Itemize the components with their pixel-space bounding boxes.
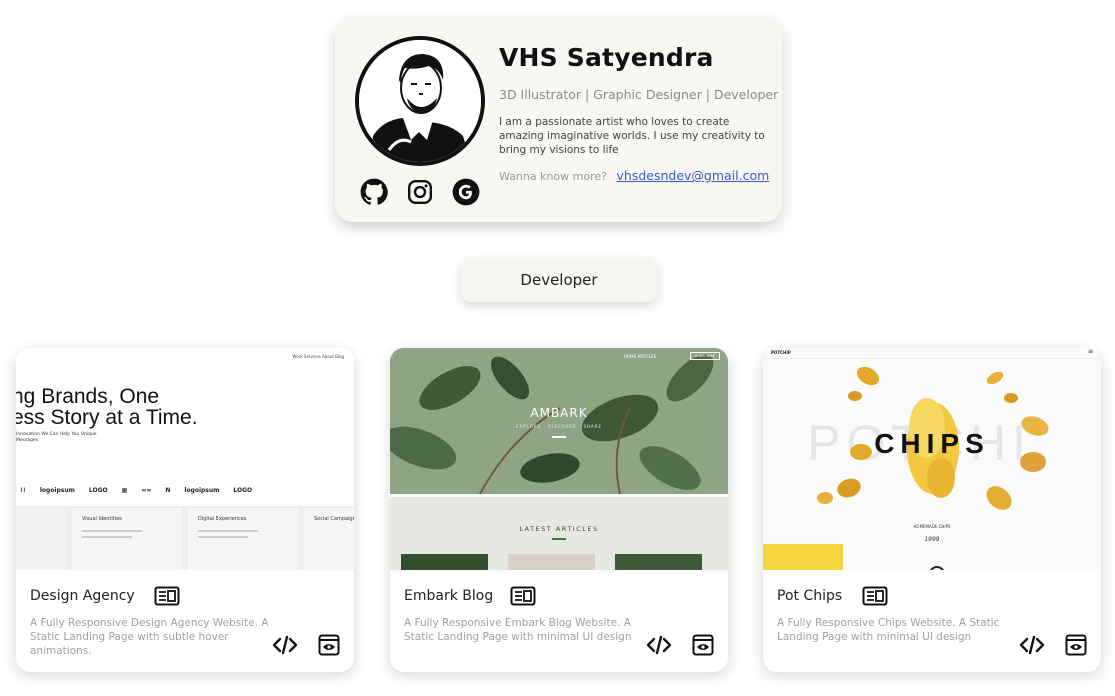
card-title: Design Agency — [30, 588, 135, 604]
thumb-article — [508, 554, 595, 570]
instagram-icon[interactable] — [405, 177, 434, 206]
profile-name: VHS Satyendra — [499, 43, 714, 72]
article-icon — [510, 586, 536, 606]
thumb-panel: Social Campaigns — [304, 508, 354, 570]
thumb-headline: ng Brands, One ess Story at a Time. — [16, 385, 198, 429]
article-icon — [862, 586, 888, 606]
contact-line: Wanna know more? vhsdesndev@gmail.com — [499, 168, 769, 183]
thumb-nav-button: SUBSCRIBE — [690, 352, 720, 360]
thumb-hero: AMBARK EXPLORE · DISCOVER · SHARE HOME A… — [390, 348, 728, 494]
code-icon[interactable] — [1019, 635, 1045, 655]
preview-icon[interactable] — [692, 634, 714, 656]
project-thumbnail[interactable]: Work Services About Blog ng Brands, One … — [16, 348, 354, 570]
project-thumbnail[interactable]: POTCHIP ≡ POTCHI CHIPS HOMEMADE CHIPS 19… — [763, 348, 1101, 570]
thumb-panel: Visual Identities — [72, 508, 182, 570]
profile-role: 3D Illustrator | Graphic Designer | Deve… — [499, 87, 779, 102]
project-thumbnail[interactable]: AMBARK EXPLORE · DISCOVER · SHARE HOME A… — [390, 348, 728, 570]
project-card-design-agency: Work Services About Blog ng Brands, One … — [16, 348, 354, 672]
code-icon[interactable] — [272, 635, 298, 655]
project-card-embark-blog: AMBARK EXPLORE · DISCOVER · SHARE HOME A… — [390, 348, 728, 672]
thumb-section-title: LATEST ARTICLES — [519, 525, 599, 533]
thumb-divider — [390, 494, 728, 497]
thumb-brand: AMBARK — [530, 406, 588, 420]
social-links — [359, 177, 480, 206]
preview-icon[interactable] — [318, 634, 340, 656]
thumb-nav: HOME ARTICLES — [624, 354, 657, 359]
profile-card: VHS Satyendra 3D Illustrator | Graphic D… — [335, 17, 782, 222]
thumb-year: 1999 — [924, 536, 940, 543]
code-icon[interactable] — [646, 635, 672, 655]
github-icon[interactable] — [359, 177, 388, 206]
thumb-section-underline — [552, 538, 566, 540]
thumb-subline: Innovation We Can Help You Unique Messag… — [16, 432, 97, 443]
thumb-yellow-block — [763, 544, 843, 570]
card-title: Embark Blog — [404, 588, 494, 604]
card-title: Pot Chips — [777, 588, 843, 604]
avatar — [355, 36, 485, 166]
thumb-panel — [16, 508, 66, 570]
thumb-subtitle: HOMEMADE CHIPS — [913, 524, 951, 529]
thumb-panel: Digital Experiences — [188, 508, 298, 570]
contact-prompt: Wanna know more? — [499, 170, 607, 183]
thumb-nav: Work Services About Blog — [292, 354, 344, 359]
thumb-headline: CHIPS — [874, 428, 990, 459]
thumb-tagline: EXPLORE · DISCOVER · SHARE — [515, 424, 603, 429]
article-icon — [154, 586, 180, 606]
thumb-article — [615, 554, 702, 570]
card-description: A Fully Responsive Design Agency Website… — [30, 617, 269, 657]
thumb-article — [401, 554, 488, 570]
profile-bio: I am a passionate artist who loves to cr… — [499, 116, 765, 156]
preview-icon[interactable] — [1065, 634, 1087, 656]
developer-filter-button[interactable]: Developer — [461, 258, 657, 302]
google-icon[interactable] — [451, 177, 480, 206]
thumb-underline — [552, 436, 566, 438]
card-description: A Fully Responsive Chips Website. A Stat… — [777, 617, 1000, 643]
email-link[interactable]: vhsdesndev@gmail.com — [617, 168, 770, 183]
thumb-logo-row: ⌇⌇ logoipsum LOGO ▦ ∞∞ N logoipsum LOGO — [20, 487, 253, 494]
card-description: A Fully Responsive Embark Blog Website. … — [404, 617, 632, 643]
project-card-pot-chips: POTCHIP ≡ POTCHI CHIPS HOMEMADE CHIPS 19… — [763, 348, 1101, 672]
